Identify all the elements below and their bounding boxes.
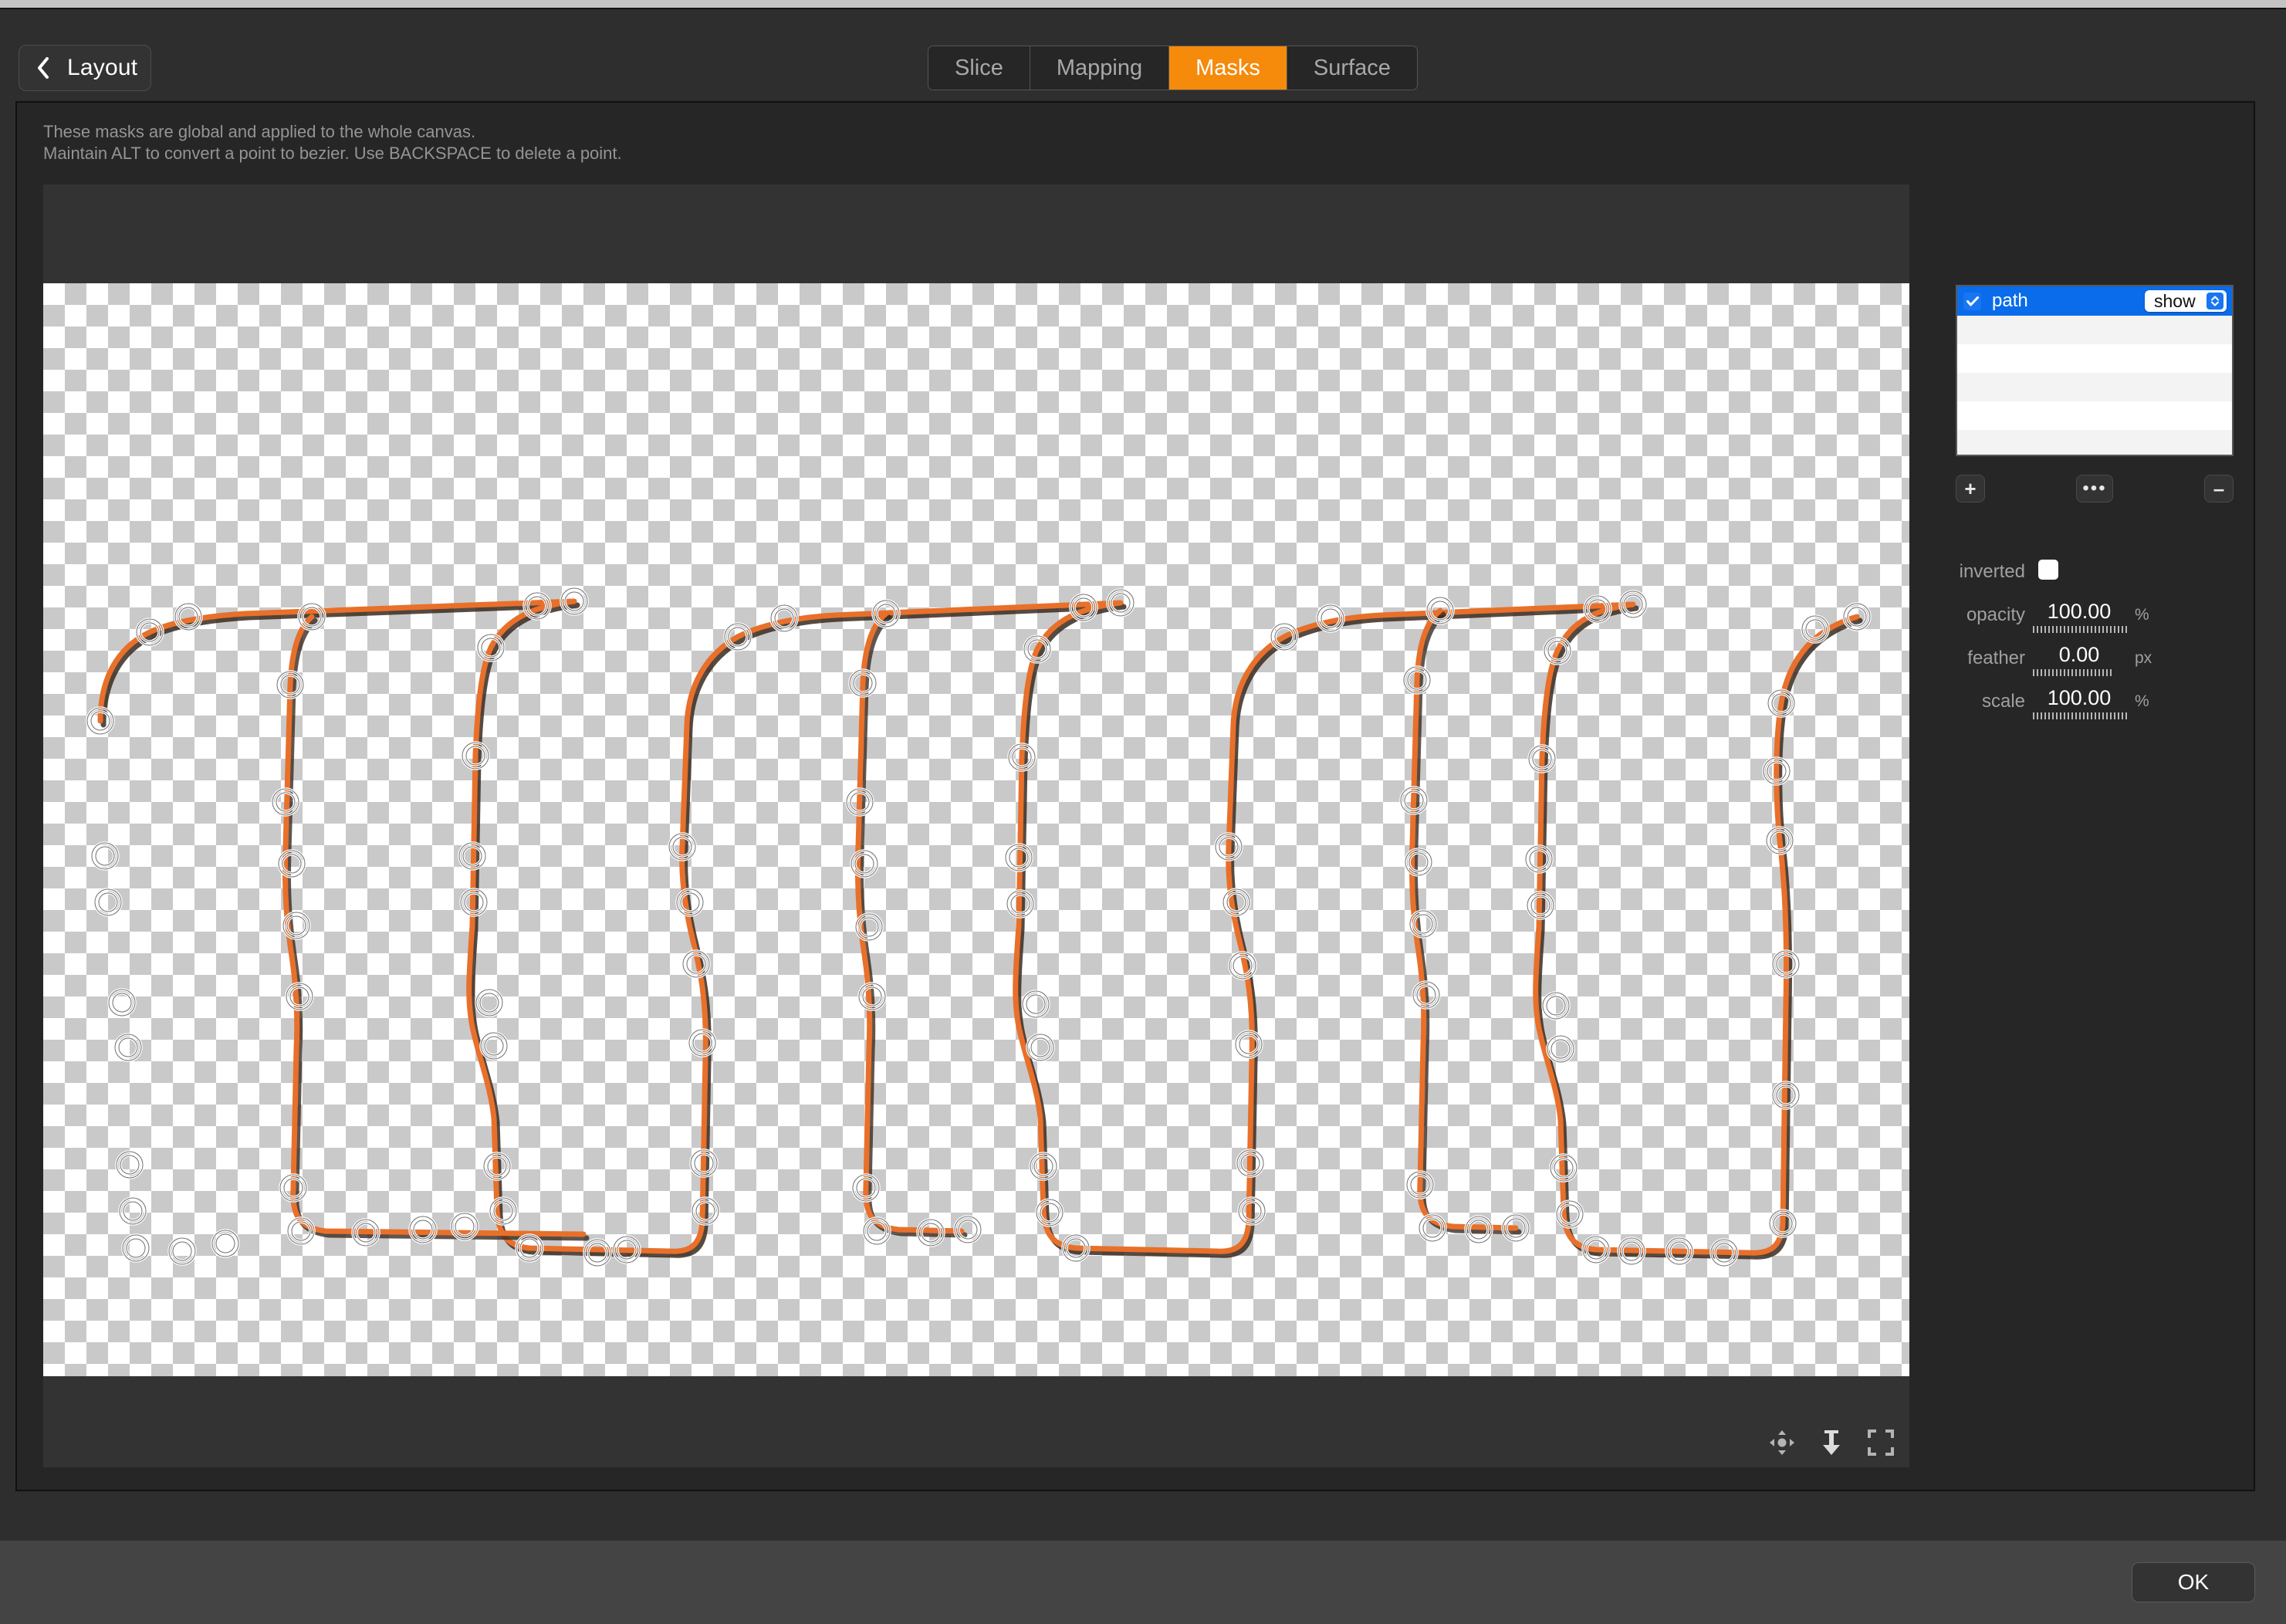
window-title-bar <box>0 0 2286 9</box>
mask-list-row-empty[interactable] <box>1957 316 2232 344</box>
mask-list-row-empty[interactable] <box>1957 344 2232 373</box>
mask-name-label: path <box>1992 290 2028 311</box>
property-opacity: opacity 100.00 % <box>1925 598 2234 641</box>
scale-value[interactable]: 100.00 <box>2033 686 2125 710</box>
masks-content-panel: These masks are global and applied to th… <box>15 101 2255 1491</box>
minus-icon: – <box>2213 477 2225 500</box>
mask-properties: inverted opacity 100.00 % feather 0.00 p… <box>1925 555 2234 728</box>
inverted-label: inverted <box>1959 561 2025 582</box>
inverted-checkbox[interactable] <box>2038 560 2058 580</box>
canvas-tools <box>1769 1429 1894 1460</box>
plus-icon: + <box>1964 477 1977 500</box>
arrow-down-icon[interactable] <box>1821 1429 1841 1460</box>
mode-tabbar: Slice Mapping Masks Surface <box>928 46 1418 90</box>
mask-list-row-empty[interactable] <box>1957 373 2232 401</box>
scale-scrubber[interactable] <box>2033 712 2129 719</box>
opacity-unit: % <box>2135 606 2149 624</box>
add-mask-button[interactable]: + <box>1956 475 1985 502</box>
opacity-scrubber[interactable] <box>2033 626 2129 633</box>
mask-options-button[interactable]: ••• <box>2076 475 2113 502</box>
dialog-footer: OK <box>0 1541 2286 1624</box>
mask-list-row-path[interactable]: path show <box>1957 286 2232 316</box>
tab-surface[interactable]: Surface <box>1287 46 1417 90</box>
tab-masks[interactable]: Masks <box>1169 46 1287 90</box>
remove-mask-button[interactable]: – <box>2204 475 2234 502</box>
feather-unit: px <box>2135 649 2152 667</box>
move-icon[interactable] <box>1769 1429 1795 1460</box>
mask-list[interactable]: path show <box>1956 285 2234 456</box>
mask-visible-checkbox[interactable] <box>1963 292 1981 310</box>
opacity-label: opacity <box>1966 604 2025 625</box>
feather-label: feather <box>1967 648 2025 668</box>
mask-mode-value: show <box>2154 290 2196 311</box>
chevron-updown-icon <box>2207 293 2223 310</box>
property-inverted: inverted <box>1925 555 2234 598</box>
feather-scrubber[interactable] <box>2033 669 2113 676</box>
ok-button[interactable]: OK <box>2132 1562 2255 1602</box>
tab-slice[interactable]: Slice <box>928 46 1030 90</box>
layout-back-button[interactable]: Layout <box>19 45 151 91</box>
scale-unit: % <box>2135 692 2149 710</box>
fit-frame-icon[interactable] <box>1868 1429 1894 1460</box>
opacity-value[interactable]: 100.00 <box>2033 600 2125 624</box>
ellipsis-icon: ••• <box>2082 478 2107 499</box>
tab-mapping[interactable]: Mapping <box>1030 46 1170 90</box>
app-header: Layout Slice Mapping Masks Surface <box>0 9 2286 100</box>
mask-list-row-empty[interactable] <box>1957 401 2232 430</box>
property-scale: scale 100.00 % <box>1925 685 2234 728</box>
mask-mode-select[interactable]: show <box>2145 290 2227 312</box>
chevron-left-icon <box>36 56 50 80</box>
mask-list-buttons: + ••• – <box>1956 475 2234 502</box>
scale-label: scale <box>1981 691 2025 712</box>
mask-list-row-empty[interactable] <box>1957 430 2232 455</box>
hint-text: These masks are global and applied to th… <box>43 122 622 163</box>
transparency-checkerboard <box>43 283 1909 1376</box>
property-feather: feather 0.00 px <box>1925 641 2234 685</box>
mask-canvas-viewport[interactable] <box>43 184 1909 1467</box>
layout-back-label: Layout <box>67 55 138 80</box>
feather-value[interactable]: 0.00 <box>2033 643 2125 667</box>
